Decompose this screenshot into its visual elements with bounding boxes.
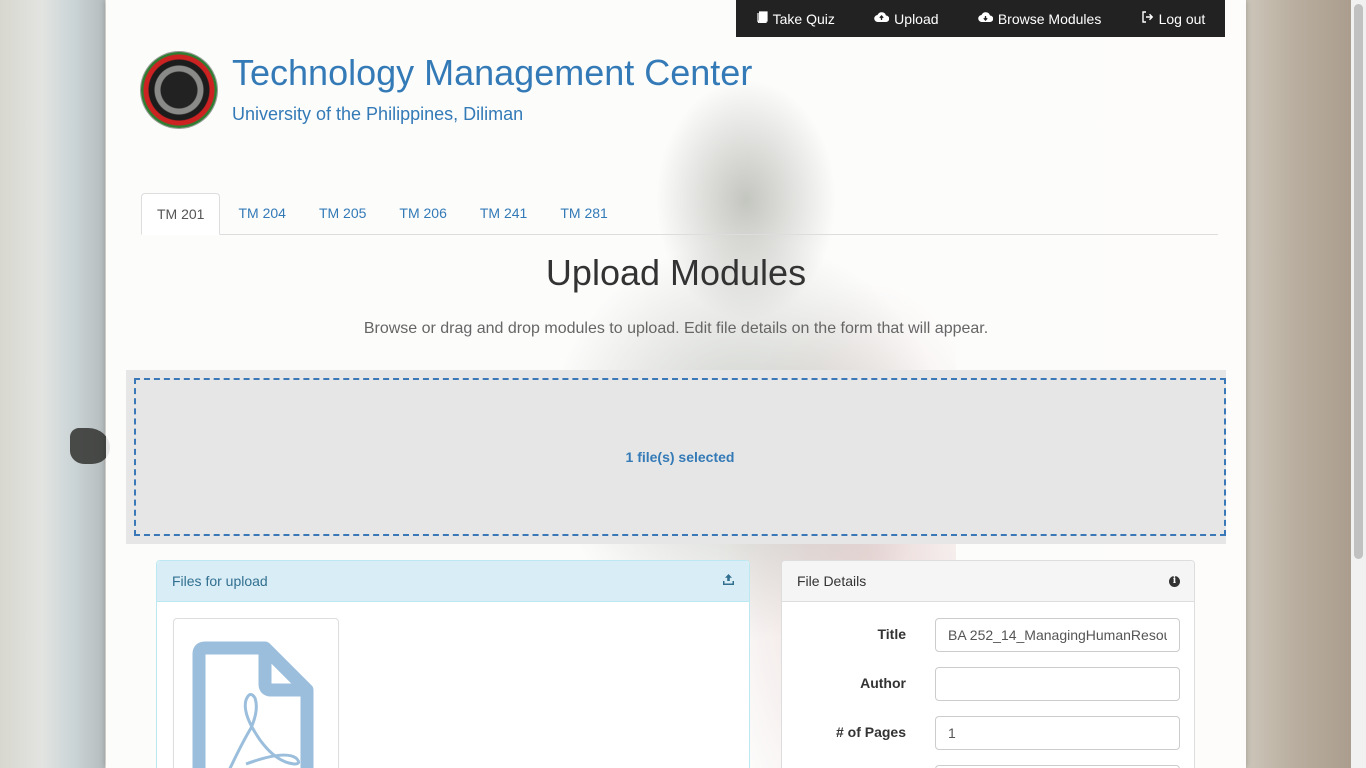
nav-upload-label: Upload (894, 10, 939, 27)
upload-icon[interactable] (722, 573, 735, 589)
background-pillar-right (1246, 0, 1366, 768)
pages-field[interactable] (935, 716, 1180, 750)
nav-upload[interactable]: Upload (874, 10, 939, 27)
tab-tm-201[interactable]: TM 201 (141, 193, 221, 235)
title-field[interactable] (935, 618, 1180, 652)
files-for-upload-panel: Files for upload (156, 560, 750, 768)
tab-tm-241[interactable]: TM 241 (465, 193, 542, 234)
nav-browse-modules[interactable]: Browse Modules (978, 10, 1102, 27)
pages-row: # of Pages (782, 716, 1194, 750)
upload-instruction: Browse or drag and drop modules to uploa… (363, 320, 989, 337)
tab-tm-281[interactable]: TM 281 (545, 193, 622, 234)
files-panel-heading: Files for upload (157, 561, 749, 602)
tab-tm-206[interactable]: TM 206 (384, 193, 461, 234)
top-navbar: Take Quiz Upload Browse Modules Log out (736, 0, 1225, 37)
background-statue-hand (70, 428, 110, 464)
dropzone-area: 1 file(s) selected (126, 370, 1226, 544)
file-dropzone[interactable]: 1 file(s) selected (134, 378, 1226, 536)
title-label: Title (877, 626, 906, 642)
info-icon[interactable]: i (1169, 575, 1180, 587)
title-row: Title (782, 618, 1194, 652)
nav-take-quiz[interactable]: Take Quiz (756, 11, 835, 27)
course-tabs: TM 201 TM 204 TM 205 TM 206 TM 241 TM 28… (141, 193, 1218, 235)
cloud-upload-icon (874, 11, 890, 26)
background-pillar-left (0, 0, 105, 768)
page-heading: Upload Modules (545, 252, 807, 293)
nav-browse-modules-label: Browse Modules (997, 10, 1102, 27)
site-title[interactable]: Technology Management Center (232, 52, 752, 94)
nav-log-out[interactable]: Log out (1141, 10, 1206, 27)
author-label: Author (860, 675, 906, 691)
scrollbar-thumb[interactable] (1354, 4, 1363, 559)
file-thumbnail[interactable] (173, 618, 339, 768)
file-details-panel: File Details i Title Author # of Pages (781, 560, 1195, 768)
cloud-download-icon (978, 11, 994, 26)
details-panel-heading: File Details i (782, 561, 1194, 602)
page-scrollbar[interactable] (1351, 0, 1366, 768)
author-row: Author (782, 667, 1194, 701)
university-seal-logo (141, 52, 217, 128)
book-icon (756, 11, 768, 26)
dropzone-status: 1 file(s) selected (625, 449, 735, 465)
details-panel-title: File Details (797, 573, 867, 589)
nav-take-quiz-label: Take Quiz (772, 10, 835, 27)
files-panel-title: Files for upload (172, 573, 268, 589)
tab-tm-204[interactable]: TM 204 (223, 193, 300, 234)
tab-tm-205[interactable]: TM 205 (304, 193, 381, 234)
pages-label: # of Pages (835, 724, 906, 740)
page-container: Take Quiz Upload Browse Modules Log out … (106, 0, 1246, 768)
sign-out-icon (1141, 11, 1154, 26)
author-field[interactable] (935, 667, 1180, 701)
site-subtitle: University of the Philippines, Diliman (232, 104, 524, 124)
nav-log-out-label: Log out (1158, 10, 1206, 27)
pdf-file-icon (192, 641, 314, 768)
